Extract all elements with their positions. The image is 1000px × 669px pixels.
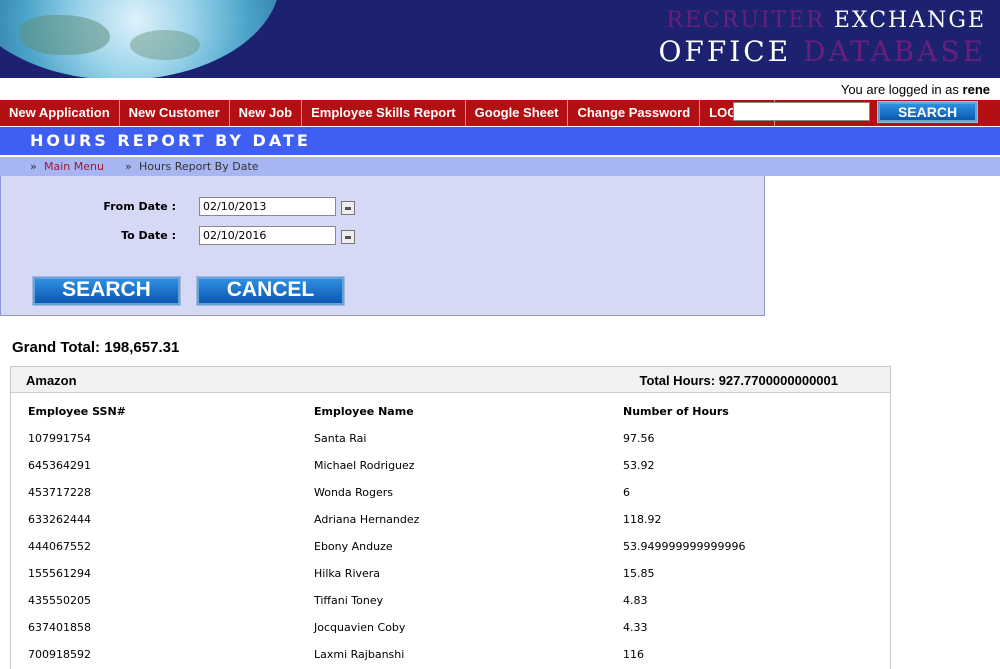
cell-ssn: 444067552 [28,540,91,553]
breadcrumb-main-menu-link[interactable]: Main Menu [44,160,104,173]
table-row: 435550205 Tiffani Toney 4.83 [11,582,890,609]
nav-new-application[interactable]: New Application [0,100,120,126]
table-row: 155561294 Hilka Rivera 15.85 [11,555,890,582]
username: rene [962,82,990,97]
cell-name: Ebony Anduze [314,540,393,553]
cell-name: Michael Rodriguez [314,459,415,472]
group-total-value: 927.7700000000001 [718,373,838,388]
cell-hours: 53.949999999999996 [623,540,746,553]
group-name: Amazon [26,373,77,388]
cell-name: Tiffani Toney [314,594,384,607]
page-title: HOURS REPORT BY DATE [30,131,311,150]
cell-hours: 97.56 [623,432,655,445]
login-status: You are logged in as rene [841,82,990,97]
cell-name: Jocquavien Coby [314,621,406,634]
cell-hours: 118.92 [623,513,662,526]
grand-total-label: Grand Total: [12,339,101,356]
nav-search-input[interactable] [733,102,870,121]
cell-ssn: 637401858 [28,621,91,634]
brand-word-office: OFFICE [658,35,792,68]
group-total: Total Hours: 927.7700000000001 [639,373,838,388]
grand-total-value: 198,657.31 [104,339,180,356]
breadcrumb: » Main Menu » Hours Report By Date [0,157,1000,176]
nav-new-customer[interactable]: New Customer [120,100,230,126]
cell-hours: 53.92 [623,459,655,472]
grand-total: Grand Total: 198,657.31 [12,339,179,356]
table-row: 633262444 Adriana Hernandez 118.92 [11,501,890,528]
cell-hours: 15.85 [623,567,655,580]
cell-ssn: 633262444 [28,513,91,526]
cell-name: Adriana Hernandez [314,513,420,526]
globe-logo-image [0,0,280,78]
column-header-hours: Number of Hours [623,405,729,418]
nav-change-password[interactable]: Change Password [568,100,701,126]
nav-google-sheet[interactable]: Google Sheet [466,100,569,126]
brand-word-database: DATABASE [803,35,986,68]
search-button[interactable]: SEARCH [32,276,181,306]
table-header-row: Employee SSN# Employee Name Number of Ho… [11,393,890,420]
login-prefix: You are logged in as [840,82,959,97]
breadcrumb-current: Hours Report By Date [139,160,259,173]
hours-table: Employee SSN# Employee Name Number of Ho… [11,393,890,663]
brand-word-recruiter: RECRUITER [666,8,825,33]
cell-ssn: 645364291 [28,459,91,472]
page-title-bar: HOURS REPORT BY DATE [0,127,1000,155]
from-date-input[interactable] [199,197,336,216]
cancel-button[interactable]: CANCEL [196,276,345,306]
group-header: Amazon Total Hours: 927.7700000000001 [11,367,890,393]
date-filter-panel: From Date : To Date : SEARCH CANCEL [0,176,765,316]
table-row: 700918592 Laxmi Rajbanshi 116 [11,636,890,663]
calendar-icon[interactable] [341,230,355,244]
table-row: 444067552 Ebony Anduze 53.949999999999996 [11,528,890,555]
cell-hours: 116 [623,648,644,661]
cell-name: Santa Rai [314,432,367,445]
nav-new-job[interactable]: New Job [230,100,303,126]
customer-group: Amazon Total Hours: 927.7700000000001 Em… [10,366,891,669]
brand-word-exchange: EXCHANGE [833,8,986,33]
column-header-name: Employee Name [314,405,414,418]
cell-hours: 6 [623,486,630,499]
table-row: 637401858 Jocquavien Coby 4.33 [11,609,890,636]
to-date-input[interactable] [199,226,336,245]
table-row: 107991754 Santa Rai 97.56 [11,420,890,447]
brand-title: RECRUITER EXCHANGE OFFICE DATABASE [658,8,986,68]
cell-name: Laxmi Rajbanshi [314,648,405,661]
calendar-icon[interactable] [341,201,355,215]
cell-ssn: 700918592 [28,648,91,661]
breadcrumb-marker: » [30,160,37,173]
cell-name: Wonda Rogers [314,486,394,499]
group-total-label: Total Hours: [639,373,716,388]
cell-ssn: 107991754 [28,432,91,445]
cell-hours: 4.83 [623,594,648,607]
cell-ssn: 435550205 [28,594,91,607]
cell-hours: 4.33 [623,621,648,634]
breadcrumb-marker: » [125,160,132,173]
nav-employee-skills-report[interactable]: Employee Skills Report [302,100,466,126]
to-date-label: To Date : [121,229,176,242]
cell-name: Hilka Rivera [314,567,381,580]
cell-ssn: 155561294 [28,567,91,580]
from-date-label: From Date : [103,200,176,213]
table-row: 645364291 Michael Rodriguez 53.92 [11,447,890,474]
cell-ssn: 453717228 [28,486,91,499]
column-header-ssn: Employee SSN# [28,405,126,418]
nav-search-button[interactable]: SEARCH [877,101,978,123]
table-row: 453717228 Wonda Rogers 6 [11,474,890,501]
site-header: RECRUITER EXCHANGE OFFICE DATABASE [0,0,1000,78]
